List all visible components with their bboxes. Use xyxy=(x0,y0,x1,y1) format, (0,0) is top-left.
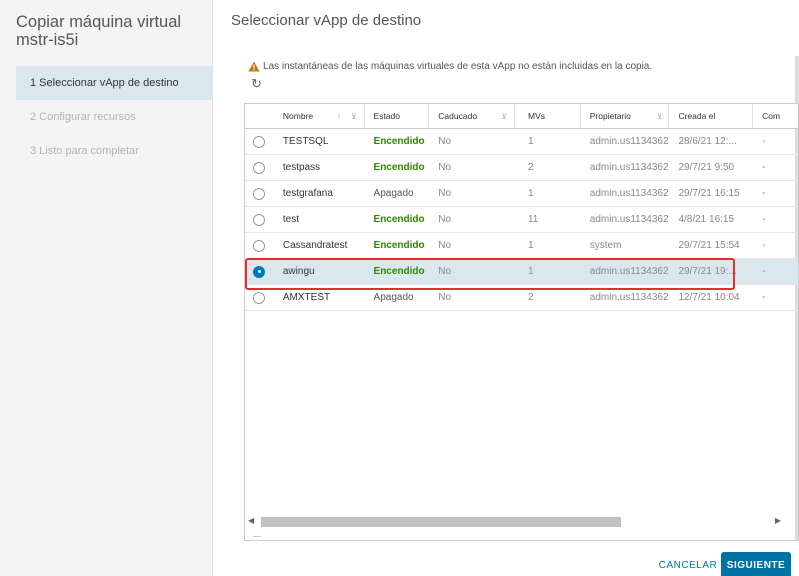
vapp-owner: admin.us1134362 xyxy=(589,136,669,147)
vapp-vm-count: 1 xyxy=(527,136,534,147)
vapp-owner: admin.us1134362 xyxy=(589,162,669,173)
cancel-button[interactable]: CANCELAR xyxy=(657,552,719,576)
vapp-table: Nombre ↑ ⊻ Estado Caducado ⊻ MVs Propiet… xyxy=(244,103,799,541)
vapp-state: Encendido xyxy=(373,136,425,147)
refresh-icon[interactable]: ↻ xyxy=(251,76,262,92)
table-row[interactable]: test Encendido No 11 admin.us1134362 4/8… xyxy=(245,207,798,233)
warning-triangle-icon xyxy=(248,61,260,72)
wizard-title: Copiar máquina virtual mstr-is5i xyxy=(16,13,182,49)
step-select-vapp[interactable]: 1 Seleccionar vApp de destino xyxy=(16,66,213,100)
vapp-comment: - xyxy=(762,188,766,199)
vapp-owner: system xyxy=(589,240,622,251)
row-radio[interactable] xyxy=(253,161,266,174)
vapp-created: 29/7/21 16:15 xyxy=(678,188,740,199)
vapp-comment: - xyxy=(762,292,766,303)
table-row[interactable]: TESTSQL Encendido No 1 admin.us1134362 2… xyxy=(245,129,798,155)
vapp-name: test xyxy=(282,214,299,225)
vapp-expired: No xyxy=(438,240,452,251)
filter-icon[interactable]: ⊻ xyxy=(501,112,507,121)
column-header-expired[interactable]: Caducado ⊻ xyxy=(429,104,515,128)
vapp-created: 28/6/21 12:... xyxy=(678,136,737,147)
vapp-comment: - xyxy=(762,162,766,173)
horizontal-scrollbar[interactable]: ◀ ▶ xyxy=(244,515,799,529)
vapp-owner: admin.us1134362 xyxy=(589,214,669,225)
scrollbar-thumb[interactable] xyxy=(261,517,621,527)
vapp-expired: No xyxy=(438,136,452,147)
column-header-owner[interactable]: Propietario ⊻ xyxy=(581,104,670,128)
row-radio[interactable] xyxy=(253,187,266,200)
filter-icon[interactable]: ⊻ xyxy=(657,112,663,121)
vapp-vm-count: 11 xyxy=(527,214,539,225)
vapp-state: Apagado xyxy=(373,188,414,199)
vapp-created: 4/8/21 16:15 xyxy=(678,214,735,225)
vapp-created: 29/7/21 9:50 xyxy=(678,162,735,173)
vapp-vm-count: 2 xyxy=(527,162,534,173)
divider xyxy=(253,536,261,537)
vapp-state: Encendido xyxy=(373,240,425,251)
scroll-left-icon[interactable]: ◀ xyxy=(248,516,254,525)
column-header-vms[interactable]: MVs xyxy=(515,104,581,128)
table-header: Nombre ↑ ⊻ Estado Caducado ⊻ MVs Propiet… xyxy=(245,104,798,129)
vapp-comment: - xyxy=(762,240,766,251)
step-ready-to-complete: 3 Listo para completar xyxy=(30,145,139,157)
scroll-right-icon[interactable]: ▶ xyxy=(775,516,781,525)
sort-ascending-icon[interactable]: ↑ xyxy=(337,112,341,121)
column-header-name[interactable]: Nombre ↑ ⊻ xyxy=(274,104,365,128)
filter-icon[interactable]: ⊻ xyxy=(351,112,357,121)
column-header-comment[interactable]: Com xyxy=(753,104,798,128)
vapp-name: testgrafana xyxy=(282,188,333,199)
table-row[interactable]: Cassandratest Encendido No 1 system 29/7… xyxy=(245,233,798,259)
vapp-comment: - xyxy=(762,214,766,225)
table-row[interactable]: testpass Encendido No 2 admin.us1134362 … xyxy=(245,155,798,181)
snapshot-warning: Las instantáneas de las máquinas virtual… xyxy=(248,61,652,72)
vapp-vm-count: 1 xyxy=(527,240,534,251)
next-button[interactable]: SIGUIENTE xyxy=(721,552,791,576)
vapp-comment: - xyxy=(762,266,766,277)
warning-text: Las instantáneas de las máquinas virtual… xyxy=(263,61,653,72)
step-configure-resources: 2 Configurar recursos xyxy=(30,111,136,123)
row-radio[interactable] xyxy=(253,239,266,252)
row-radio[interactable] xyxy=(253,135,266,148)
vapp-expired: No xyxy=(438,162,452,173)
selection-highlight-box xyxy=(245,258,735,290)
vapp-name: Cassandratest xyxy=(282,240,348,251)
header-select-column xyxy=(245,104,274,128)
vapp-owner: admin.us1134362 xyxy=(589,188,669,199)
vapp-expired: No xyxy=(438,188,452,199)
vapp-expired: No xyxy=(438,214,452,225)
wizard-sidebar: Copiar máquina virtual mstr-is5i 1 Selec… xyxy=(0,0,213,576)
vapp-state: Encendido xyxy=(373,162,425,173)
vapp-name: testpass xyxy=(282,162,321,173)
vapp-state: Encendido xyxy=(373,214,425,225)
column-header-created[interactable]: Creada el xyxy=(669,104,754,128)
vapp-comment: - xyxy=(762,136,766,147)
vapp-name: TESTSQL xyxy=(282,136,329,147)
wizard-steps: 1 Seleccionar vApp de destino 2 Configur… xyxy=(16,66,213,168)
vapp-created: 29/7/21 15:54 xyxy=(678,240,740,251)
table-row[interactable]: testgrafana Apagado No 1 admin.us1134362… xyxy=(245,181,798,207)
vapp-vm-count: 1 xyxy=(527,188,534,199)
row-radio[interactable] xyxy=(253,291,266,304)
column-header-state[interactable]: Estado xyxy=(365,104,430,128)
page-title: Seleccionar vApp de destino xyxy=(231,12,422,29)
row-radio[interactable] xyxy=(253,213,266,226)
